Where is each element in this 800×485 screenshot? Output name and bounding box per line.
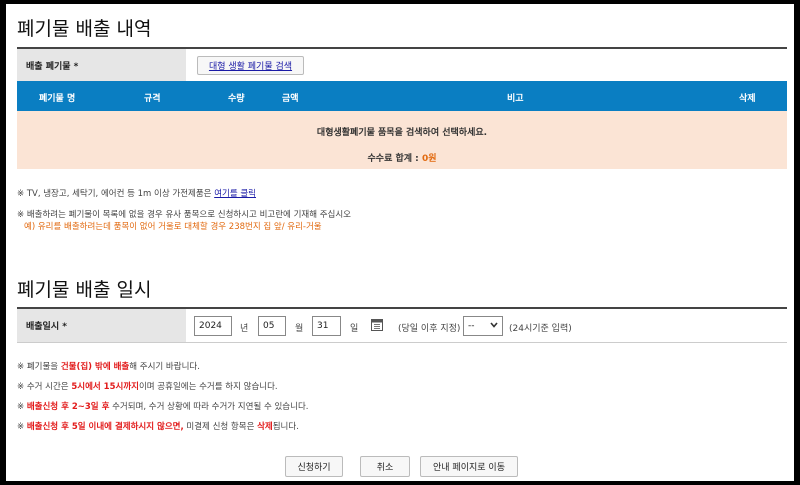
- col-spec: 규격: [144, 94, 161, 104]
- year-input[interactable]: 2024: [194, 316, 232, 336]
- time-select-value: --: [468, 321, 475, 331]
- month-unit: 월: [295, 324, 304, 334]
- col-amount: 금액: [282, 94, 299, 104]
- click-here-link[interactable]: 여기를 클릭: [214, 189, 256, 199]
- section-title-waste-list: 폐기물 배출 내역: [17, 18, 152, 40]
- month-input[interactable]: 05: [258, 316, 286, 336]
- note-delay: ※ 배출신청 후 2~3일 후 수거되며, 수거 상황에 따라 수거가 지연될 …: [17, 402, 309, 412]
- guide-page-button[interactable]: 안내 페이지로 이동: [420, 456, 518, 477]
- same-day-label: (당일 이후 지정): [398, 324, 461, 334]
- notice-appliance-text: ※ TV, 냉장고, 세탁기, 에어컨 등 1m 이상 가전제품은: [17, 189, 215, 199]
- cancel-button[interactable]: 취소: [360, 456, 410, 477]
- chevron-down-icon: [490, 321, 498, 331]
- row-divider: [17, 342, 787, 343]
- day-input[interactable]: 31: [312, 316, 341, 336]
- time-hint: (24시기준 입력): [509, 324, 572, 334]
- col-quantity: 수량: [228, 94, 245, 104]
- date-label: 배출일시 *: [17, 309, 186, 342]
- empty-message: 대형생활폐기물 품목을 검색하여 선택하세요.: [316, 128, 488, 138]
- col-remarks: 비고: [507, 94, 524, 104]
- waste-label: 배출 폐기물 *: [17, 49, 186, 81]
- note-place: ※ 폐기물을 건물(집) 밖에 배출해 주시기 바랍니다.: [17, 362, 200, 372]
- empty-table-row: 대형생활폐기물 품목을 검색하여 선택하세요. 수수료 합계 : 0원: [17, 111, 787, 169]
- col-waste-name: 폐기물 명: [39, 94, 76, 104]
- day-unit: 일: [350, 324, 359, 334]
- notice-appliance: ※ TV, 냉장고, 세탁기, 에어컨 등 1m 이상 가전제품은 여기를 클릭: [17, 187, 256, 199]
- year-unit: 년: [240, 324, 249, 334]
- fee-total-label: 수수료 합계 :: [367, 154, 419, 164]
- time-select[interactable]: --: [463, 316, 503, 336]
- apply-button[interactable]: 신청하기: [285, 456, 343, 477]
- notice-similar-item: ※ 배출하려는 폐기물이 목록에 없을 경우 유사 품목으로 신청하시고 비고란…: [17, 210, 352, 220]
- note-time: ※ 수거 시간은 5시에서 15시까지이며 공휴일에는 수거를 하지 않습니다.: [17, 382, 278, 392]
- bulky-waste-search-button[interactable]: 대형 생활 폐기물 검색: [197, 56, 304, 75]
- calendar-icon[interactable]: [371, 318, 383, 331]
- main-window: 폐기물 배출 내역 배출 폐기물 * 대형 생활 폐기물 검색 폐기물 명 규격…: [6, 4, 794, 481]
- fee-total: 수수료 합계 : 0원: [17, 151, 787, 164]
- fee-total-value: 0원: [421, 154, 437, 164]
- table-header: 폐기물 명 규격 수량 금액 비고 삭제: [17, 81, 787, 111]
- note-payment: ※ 배출신청 후 5일 이내에 결제하시지 않으면, 미결제 신청 항목은 삭제…: [17, 422, 299, 432]
- col-delete: 삭제: [739, 94, 756, 104]
- notice-example: 예) 유리를 배출하려는데 품목이 없어 거울로 대체할 경우 238번지 집 …: [24, 222, 322, 232]
- section-title-waste-date: 폐기물 배출 일시: [17, 279, 152, 301]
